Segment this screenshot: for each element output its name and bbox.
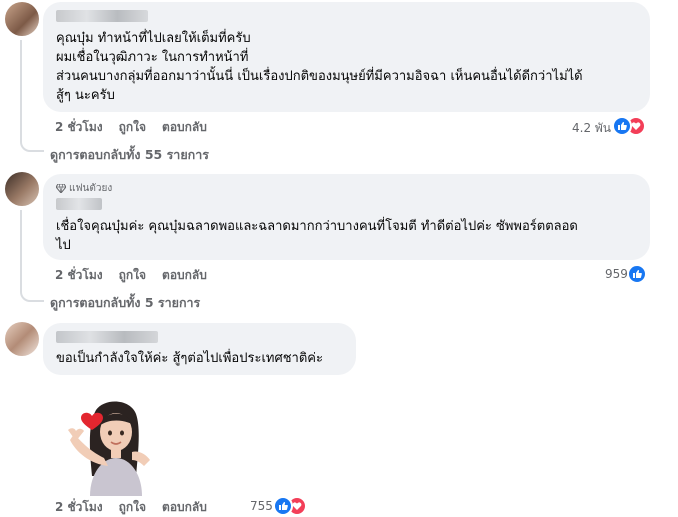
commenter-name-blurred[interactable] (56, 198, 102, 210)
reply-button[interactable]: ตอบกลับ (162, 266, 207, 285)
view-replies-link[interactable]: ดูการตอบกลับทั้ง 55 รายการ (50, 145, 209, 165)
badge-label: แฟนตัวยง (69, 183, 113, 194)
reply-button[interactable]: ตอบกลับ (162, 498, 207, 517)
commenter-name-blurred[interactable] (56, 10, 148, 22)
like-button[interactable]: ถูกใจ (119, 266, 146, 285)
comment-time[interactable]: 2 ชั่วโมง (55, 266, 103, 285)
reply-button[interactable]: ตอบกลับ (162, 118, 207, 137)
comment-time[interactable]: 2 ชั่วโมง (55, 118, 103, 137)
avatar-heart-sticker[interactable] (62, 392, 158, 496)
comment-text: ขอเป็นกำลังใจให้ค่ะ สู้ๆต่อไปเพื่อประเทศ… (56, 351, 323, 366)
like-reaction-icon (612, 116, 632, 136)
comment-text: คุณบุ๋ม ทำหน้าที่ไปเลยให้เต็มที่ครับ ผมเ… (56, 31, 583, 103)
thread-elbow (20, 270, 44, 302)
comment-time[interactable]: 2 ชั่วโมง (55, 498, 103, 517)
view-replies-link[interactable]: ดูการตอบกลับทั้ง 5 รายการ (50, 293, 200, 313)
top-fan-badge: แฟนตัวยง (56, 181, 112, 196)
like-button[interactable]: ถูกใจ (119, 118, 146, 137)
comment-text: เชื่อใจคุณบุ๋มค่ะ คุณบุ๋มฉลาดพอและฉลาดมา… (56, 219, 578, 253)
like-reaction-icon (273, 496, 293, 516)
thread-elbow (20, 120, 44, 152)
like-button[interactable]: ถูกใจ (119, 498, 146, 517)
reaction-count[interactable]: 4.2 พัน (572, 119, 611, 138)
commenter-avatar[interactable] (5, 322, 39, 356)
comment-actions: 2 ชั่วโมง ถูกใจ ตอบกลับ (55, 118, 207, 137)
commenter-name-blurred[interactable] (56, 331, 158, 343)
like-reaction-icon (627, 264, 647, 284)
commenter-avatar[interactable] (5, 2, 39, 36)
comment-actions: 2 ชั่วโมง ถูกใจ ตอบกลับ (55, 498, 207, 517)
commenter-avatar[interactable] (5, 172, 39, 206)
reaction-count[interactable]: 755 (250, 499, 273, 513)
reaction-count[interactable]: 959 (605, 267, 628, 281)
diamond-icon (56, 184, 66, 193)
comment-actions: 2 ชั่วโมง ถูกใจ ตอบกลับ (55, 266, 207, 285)
